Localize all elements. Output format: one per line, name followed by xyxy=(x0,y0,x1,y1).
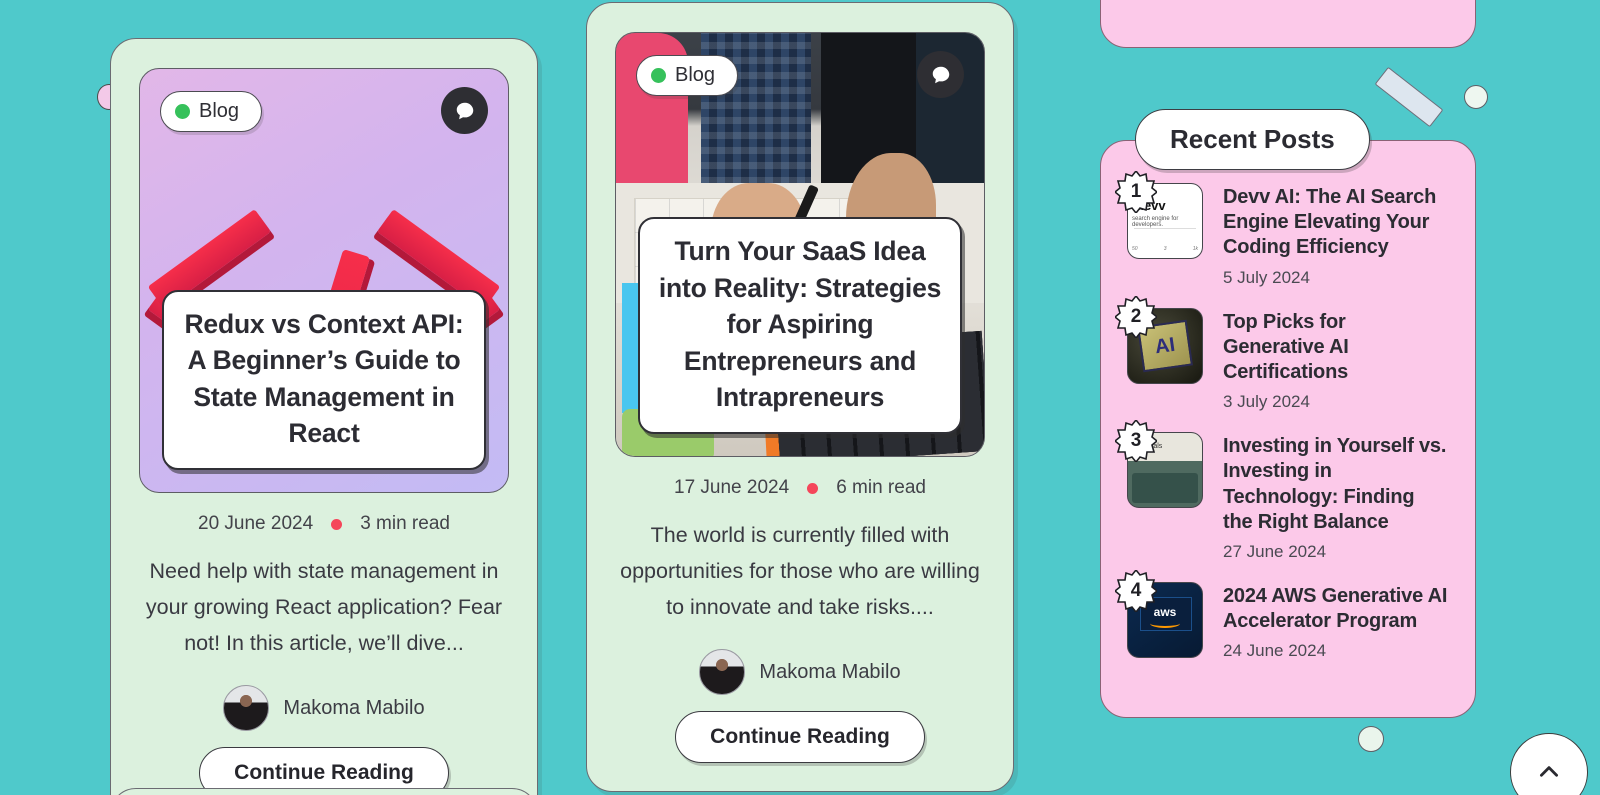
category-badge[interactable]: Blog xyxy=(636,55,739,96)
post-title: Redux vs Context API: A Beginner’s Guide… xyxy=(184,308,464,449)
recent-posts-list: 1 devv search engine for developers. 50 3… xyxy=(1101,171,1475,681)
post-date: 17 June 2024 xyxy=(674,477,790,498)
list-item[interactable]: 4 aws 2024 AWS Generative AI Accelerator… xyxy=(1115,569,1449,661)
recent-post-text: Top Picks for Generative AI Certificatio… xyxy=(1223,308,1449,413)
recent-post-date: 5 July 2024 xyxy=(1223,267,1310,287)
post-body: 20 June 2024 3 min read Need help with s… xyxy=(111,509,537,795)
post-thumbnail: Blog Turn Your SaaS Idea into Reality: S… xyxy=(615,32,985,457)
chevron-up-icon xyxy=(1540,766,1558,777)
thumbnail-wrap: 1 devv search engine for developers. 50 3… xyxy=(1115,171,1203,288)
avatar xyxy=(699,649,746,696)
avatar xyxy=(223,685,270,732)
post-card[interactable]: Blog Redux vs Context API: A Beginner’s … xyxy=(110,38,538,795)
promo-panel: Startups & Accelerators Promos xyxy=(1100,0,1476,48)
rank-badge-icon: 1 xyxy=(1115,171,1157,213)
recent-post-title: Investing in Yourself vs. Investing in T… xyxy=(1223,435,1447,533)
recent-post-date: 24 June 2024 xyxy=(1223,641,1327,661)
post-card[interactable] xyxy=(110,788,538,795)
page-root: Blog Redux vs Context API: A Beginner’s … xyxy=(0,0,1600,795)
post-date: 20 June 2024 xyxy=(198,513,314,534)
rank-number: 1 xyxy=(1130,181,1142,202)
post-title-plate: Turn Your SaaS Idea into Reality: Strate… xyxy=(638,217,962,434)
recent-post-text: 2024 AWS Generative AI Accelerator Progr… xyxy=(1223,582,1449,661)
recent-post-text: Devv AI: The AI Search Engine Elevating … xyxy=(1223,183,1449,288)
thumbnail-wrap: 2 xyxy=(1115,295,1203,413)
post-excerpt: The world is currently filled with oppor… xyxy=(620,523,980,620)
recent-post-title: 2024 AWS Generative AI Accelerator Progr… xyxy=(1223,584,1448,633)
meta-separator-dot-icon xyxy=(807,482,819,494)
author-name: Makoma Mabilo xyxy=(283,696,425,719)
category-badge-label: Blog xyxy=(199,100,240,122)
category-badge-label: Blog xyxy=(675,64,716,86)
post-meta: 17 June 2024 6 min read xyxy=(587,477,1013,499)
thumb-stats: 50 3 1k xyxy=(1132,246,1198,252)
author-name: Makoma Mabilo xyxy=(759,660,901,683)
recent-post-date: 3 July 2024 xyxy=(1223,392,1310,412)
decor-circle-top-right xyxy=(1464,85,1488,109)
rank-badge-icon: 2 xyxy=(1115,295,1157,338)
recent-post-title: Devv AI: The AI Search Engine Elevating … xyxy=(1223,186,1437,259)
post-body: 17 June 2024 6 min read The world is cur… xyxy=(587,473,1013,764)
post-title-plate: Redux vs Context API: A Beginner’s Guide… xyxy=(162,289,486,470)
thumbnail-wrap: 4 aws xyxy=(1115,569,1203,661)
recent-post-title: Top Picks for Generative AI Certificatio… xyxy=(1223,310,1349,383)
category-badge[interactable]: Blog xyxy=(160,91,263,132)
rank-badge-icon: 3 xyxy=(1115,420,1157,463)
post-excerpt: Need help with state management in your … xyxy=(145,559,503,656)
thumb-subtitle: search engine for developers. xyxy=(1132,216,1179,228)
recent-post-date: 27 June 2024 xyxy=(1223,541,1327,561)
chat-bubble-icon[interactable] xyxy=(441,87,488,134)
chat-bubble-icon[interactable] xyxy=(917,51,964,98)
post-thumbnail: Blog Redux vs Context API: A Beginner’s … xyxy=(139,68,509,493)
rank-number: 4 xyxy=(1130,579,1142,601)
post-author: Makoma Mabilo xyxy=(587,649,1013,696)
post-read-time: 6 min read xyxy=(836,477,926,498)
thumbnail-wrap: 3 Goals xyxy=(1115,420,1203,562)
recent-post-text: Investing in Yourself vs. Investing in T… xyxy=(1223,432,1449,562)
list-item[interactable]: 2 Top Picks for Generative AI Certificat… xyxy=(1115,295,1449,413)
recent-posts-panel: Recent Posts 1 devv search engine for de… xyxy=(1100,109,1476,718)
decor-circle-bottom-right xyxy=(1358,726,1384,752)
status-dot-icon xyxy=(175,104,190,119)
post-title: Turn Your SaaS Idea into Reality: Strate… xyxy=(658,236,942,413)
list-item[interactable]: 1 devv search engine for developers. 50 3… xyxy=(1115,171,1449,288)
post-meta: 20 June 2024 3 min read xyxy=(111,513,537,535)
post-read-time: 3 min read xyxy=(360,513,450,534)
rank-number: 2 xyxy=(1130,305,1142,327)
post-card[interactable]: Blog Turn Your SaaS Idea into Reality: S… xyxy=(586,2,1014,792)
rank-number: 3 xyxy=(1130,430,1142,452)
decor-diagonal-bar xyxy=(1374,66,1444,128)
recent-posts-heading: Recent Posts xyxy=(1135,109,1370,170)
rank-badge-icon: 4 xyxy=(1115,569,1157,612)
status-dot-icon xyxy=(651,68,666,83)
meta-separator-dot-icon xyxy=(331,518,343,530)
list-item[interactable]: 3 Goals Investing in Yourself vs. Invest… xyxy=(1115,420,1449,562)
continue-reading-button[interactable]: Continue Reading xyxy=(675,711,925,764)
post-author: Makoma Mabilo xyxy=(111,685,537,732)
scroll-to-top-button[interactable] xyxy=(1510,733,1588,795)
